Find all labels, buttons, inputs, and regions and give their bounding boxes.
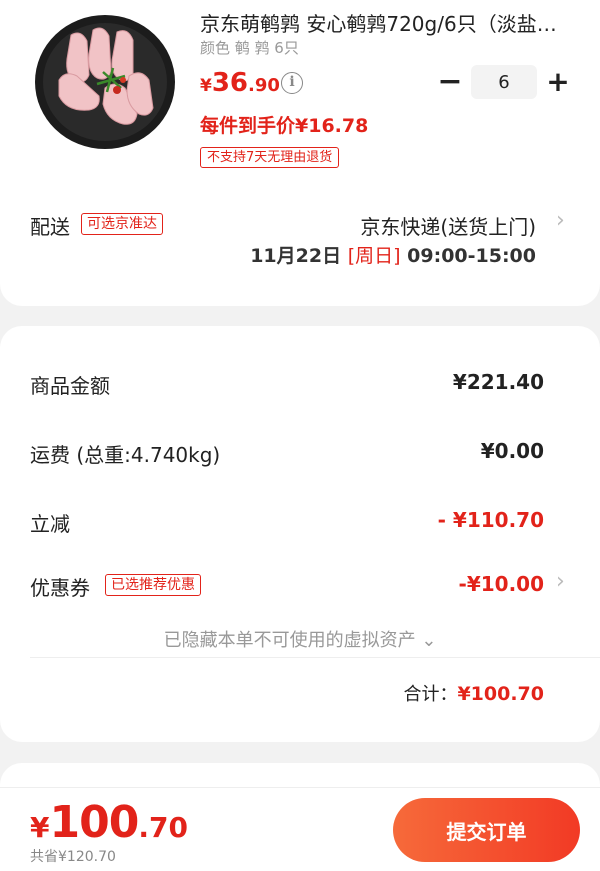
product-price: ¥ 36 .90 <box>200 68 280 98</box>
discount-value: - ¥110.70 <box>437 508 544 532</box>
product-image[interactable] <box>33 10 177 150</box>
quantity-increase-button[interactable]: + <box>544 66 572 100</box>
chevron-right-icon[interactable]: › <box>556 208 565 233</box>
checkout-price: ¥ 100 .70 <box>30 797 188 848</box>
order-total: 合计：¥100.70 <box>403 680 544 706</box>
savings-text: 共省¥120.70 <box>30 849 116 865</box>
divider <box>30 657 600 658</box>
quantity-input[interactable] <box>471 65 537 99</box>
checkout-price-decimal: .70 <box>138 811 188 844</box>
submit-order-button[interactable]: 提交订单 <box>393 798 580 862</box>
delivery-time-window: 09:00-15:00 <box>407 245 536 267</box>
hidden-assets-toggle[interactable]: 已隐藏本单不可使用的虚拟资产 ⌄ <box>0 626 600 652</box>
checkout-price-integer: 100 <box>49 797 139 848</box>
price-decimal: .90 <box>248 75 280 96</box>
quantity-decrease-button[interactable]: − <box>436 66 464 100</box>
unit-price: 每件到手价¥16.78 <box>200 115 369 137</box>
delivery-method[interactable]: 京东快递(送货上门) <box>360 211 536 240</box>
checkout-price-symbol: ¥ <box>30 811 50 844</box>
coupon-value[interactable]: -¥10.00 <box>459 572 544 596</box>
delivery-label: 配送 <box>30 215 70 239</box>
shipping-value: ¥0.00 <box>480 439 544 463</box>
delivery-date: 11月22日 <box>250 245 342 267</box>
product-spec: 颜色 鹌 鹑 6只 <box>200 39 299 57</box>
coupon-badge[interactable]: 已选推荐优惠 <box>105 574 201 596</box>
total-value: ¥100.70 <box>457 683 544 705</box>
delivery-weekday: [周日] <box>347 245 401 267</box>
shipping-label: 运费 (总重:4.740kg) <box>30 443 221 467</box>
discount-label: 立减 <box>30 512 70 536</box>
chevron-down-icon: ⌄ <box>421 630 437 651</box>
delivery-option-badge[interactable]: 可选京准达 <box>81 213 163 235</box>
goods-amount-label: 商品金额 <box>30 374 110 398</box>
chevron-right-icon[interactable]: › <box>556 569 565 594</box>
goods-amount-value: ¥221.40 <box>452 370 544 394</box>
hidden-assets-text: 已隐藏本单不可使用的虚拟资产 <box>163 630 416 651</box>
total-label: 合计： <box>403 684 458 705</box>
price-symbol: ¥ <box>200 76 212 96</box>
price-integer: 36 <box>211 68 249 98</box>
info-icon[interactable]: i <box>281 72 303 94</box>
coupon-label[interactable]: 优惠券 <box>30 572 90 601</box>
product-title[interactable]: 京东萌鹌鹑 安心鹌鹑720g/6只（淡盐… <box>200 8 580 37</box>
delivery-time[interactable]: 11月22日 [周日] 09:00-15:00 <box>250 241 536 268</box>
return-policy-badge: 不支持7天无理由退货 <box>200 147 340 168</box>
